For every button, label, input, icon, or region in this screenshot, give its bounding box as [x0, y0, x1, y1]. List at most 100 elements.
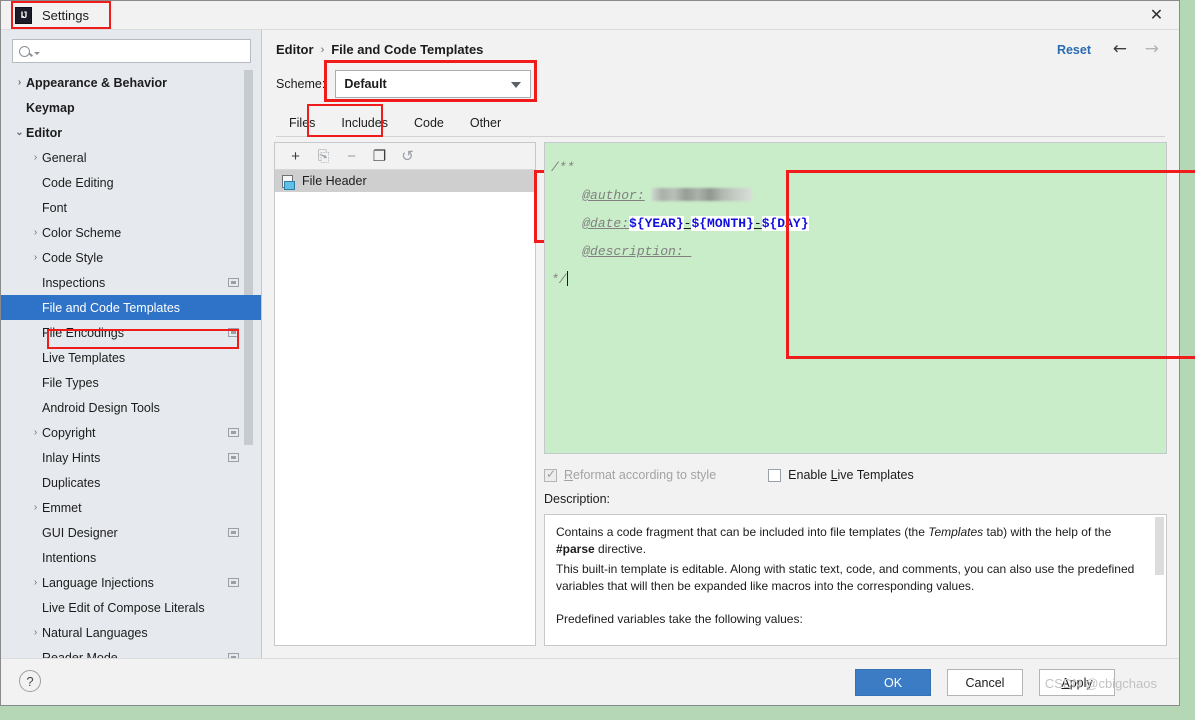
description-paragraph-2: This built-in template is editable. Alon…	[556, 562, 1135, 593]
search-wrapper	[1, 30, 261, 63]
code-line-open: /**	[551, 160, 575, 175]
screen-root: IJ Settings ✕ › Appearance & Behavior Ke…	[0, 0, 1195, 720]
ok-button[interactable]: OK	[855, 669, 931, 696]
sidebar-item-emmet[interactable]: › Emmet	[1, 495, 261, 520]
breadcrumb-current: File and Code Templates	[331, 42, 484, 57]
tab-includes[interactable]: Includes	[328, 109, 401, 136]
chevron-down-icon	[511, 82, 522, 88]
breadcrumb-parent[interactable]: Editor	[276, 42, 314, 57]
close-icon[interactable]: ✕	[1134, 1, 1179, 29]
chevron-icon[interactable]: ›	[29, 627, 42, 638]
forward-arrow-icon[interactable]: →	[1145, 41, 1159, 58]
sidebar-item-language-injections[interactable]: › Language Injections	[1, 570, 261, 595]
sidebar-item-file-and-code-templates[interactable]: File and Code Templates	[1, 295, 261, 320]
chevron-icon[interactable]: ›	[13, 77, 26, 88]
search-icon	[19, 45, 30, 57]
sidebar-item-label: Natural Languages	[42, 625, 148, 640]
template-list-item[interactable]: File Header	[275, 170, 535, 192]
predefined-variables-table: ${PACKAGE_NAME}Name of the package in wh…	[556, 642, 1144, 645]
tab-files[interactable]: Files	[276, 109, 328, 136]
sidebar-item-label: General	[42, 150, 87, 165]
sidebar-item-reader-mode[interactable]: Reader Mode	[1, 645, 261, 658]
tab-code[interactable]: Code	[401, 109, 457, 136]
sidebar-item-intentions[interactable]: Intentions	[1, 545, 261, 570]
copy-template-button[interactable]: ⎘	[310, 145, 337, 168]
variable-name: ${PACKAGE_NAME}	[556, 642, 706, 645]
settings-badge-icon	[228, 278, 239, 287]
scheme-value: Default	[344, 77, 387, 91]
sidebar-item-duplicates[interactable]: Duplicates	[1, 470, 261, 495]
help-button[interactable]: ?	[19, 670, 41, 692]
sidebar-item-code-editing[interactable]: Code Editing	[1, 170, 261, 195]
settings-badge-icon	[228, 328, 239, 337]
variable-row: ${PACKAGE_NAME}Name of the package in wh…	[556, 642, 1144, 645]
reformat-checkbox-row[interactable]: Reformat according to style	[544, 467, 716, 482]
sidebar-item-inspections[interactable]: Inspections	[1, 270, 261, 295]
date-tag: @date:	[582, 216, 630, 231]
template-editor-column: /** @author: @date:${YEAR}-${MONTH}-${DA…	[544, 142, 1167, 646]
sidebar-item-label: Inspections	[42, 275, 106, 290]
sidebar-item-font[interactable]: Font	[1, 195, 261, 220]
sidebar-item-label: File and Code Templates	[42, 300, 181, 315]
template-list-item-label: File Header	[302, 174, 367, 188]
chevron-icon[interactable]: ›	[29, 502, 42, 513]
reset-link[interactable]: Reset	[1057, 43, 1091, 57]
sidebar-item-label: Keymap	[26, 100, 75, 115]
scheme-dropdown[interactable]: Default	[335, 70, 532, 98]
sidebar-item-gui-designer[interactable]: GUI Designer	[1, 520, 261, 545]
live-templates-checkbox-row[interactable]: Enable Live Templates	[768, 468, 914, 482]
template-tabs: Files Includes Code Other	[276, 106, 1165, 137]
add-button[interactable]: +	[282, 145, 309, 168]
sidebar-item-label: Intentions	[42, 550, 97, 565]
sidebar-item-natural-languages[interactable]: › Natural Languages	[1, 620, 261, 645]
apply-button[interactable]: Apply	[1039, 669, 1115, 696]
sidebar-item-file-encodings[interactable]: File Encodings	[1, 320, 261, 345]
back-arrow-icon[interactable]: ←	[1113, 41, 1127, 58]
chevron-icon[interactable]: ›	[29, 227, 42, 238]
cancel-button[interactable]: Cancel	[947, 669, 1023, 696]
sidebar-item-live-edit-of-compose-literals[interactable]: Live Edit of Compose Literals	[1, 595, 261, 620]
chevron-icon[interactable]: ›	[29, 577, 42, 588]
sidebar-item-appearance-behavior[interactable]: › Appearance & Behavior	[1, 70, 261, 95]
description-scrollbar-thumb[interactable]	[1155, 517, 1164, 575]
sidebar-item-code-style[interactable]: › Code Style	[1, 245, 261, 270]
sidebar-item-general[interactable]: › General	[1, 145, 261, 170]
reset-to-default-button[interactable]: ↺	[394, 145, 421, 168]
remove-button[interactable]: −	[338, 145, 365, 168]
var-month: ${MONTH}	[691, 216, 754, 231]
settings-badge-icon	[228, 428, 239, 437]
search-box[interactable]	[12, 39, 251, 63]
search-dropdown-icon[interactable]	[34, 51, 40, 55]
sidebar-item-live-templates[interactable]: Live Templates	[1, 345, 261, 370]
editor-options-row: Reformat according to style Enable Live …	[544, 464, 1167, 486]
live-templates-checkbox[interactable]	[768, 468, 782, 482]
template-list-panel: + ⎘ − ❐ ↺ File Header	[274, 142, 536, 646]
sidebar-item-copyright[interactable]: › Copyright	[1, 420, 261, 445]
sidebar-item-label: GUI Designer	[42, 525, 118, 540]
sidebar-item-file-types[interactable]: File Types	[1, 370, 261, 395]
sidebar-item-label: Copyright	[42, 425, 96, 440]
sidebar-item-label: Color Scheme	[42, 225, 122, 240]
duplicate-button[interactable]: ❐	[366, 145, 393, 168]
sidebar-item-label: Code Editing	[42, 175, 114, 190]
sidebar-item-android-design-tools[interactable]: Android Design Tools	[1, 395, 261, 420]
author-value-blurred	[652, 188, 753, 201]
code-line-description: @description:	[551, 238, 1166, 266]
template-list-toolbar: + ⎘ − ❐ ↺	[275, 143, 535, 170]
sidebar-item-keymap[interactable]: Keymap	[1, 95, 261, 120]
description-inner: Contains a code fragment that can be inc…	[545, 515, 1166, 645]
chevron-icon[interactable]: ⌄	[13, 127, 26, 138]
sidebar-item-editor[interactable]: ⌄ Editor	[1, 120, 261, 145]
search-input[interactable]	[44, 43, 234, 59]
tab-other[interactable]: Other	[457, 109, 514, 136]
background-ide-strip	[1178, 0, 1195, 700]
chevron-icon[interactable]: ›	[29, 427, 42, 438]
sidebar-item-inlay-hints[interactable]: Inlay Hints	[1, 445, 261, 470]
chevron-icon[interactable]: ›	[29, 252, 42, 263]
template-code-editor[interactable]: /** @author: @date:${YEAR}-${MONTH}-${DA…	[544, 142, 1167, 454]
chevron-icon[interactable]: ›	[29, 152, 42, 163]
code-line-date: @date:${YEAR}-${MONTH}-${DAY}	[551, 210, 1166, 238]
sidebar-item-label: Emmet	[42, 500, 82, 515]
reformat-checkbox[interactable]	[544, 467, 557, 482]
sidebar-item-color-scheme[interactable]: › Color Scheme	[1, 220, 261, 245]
